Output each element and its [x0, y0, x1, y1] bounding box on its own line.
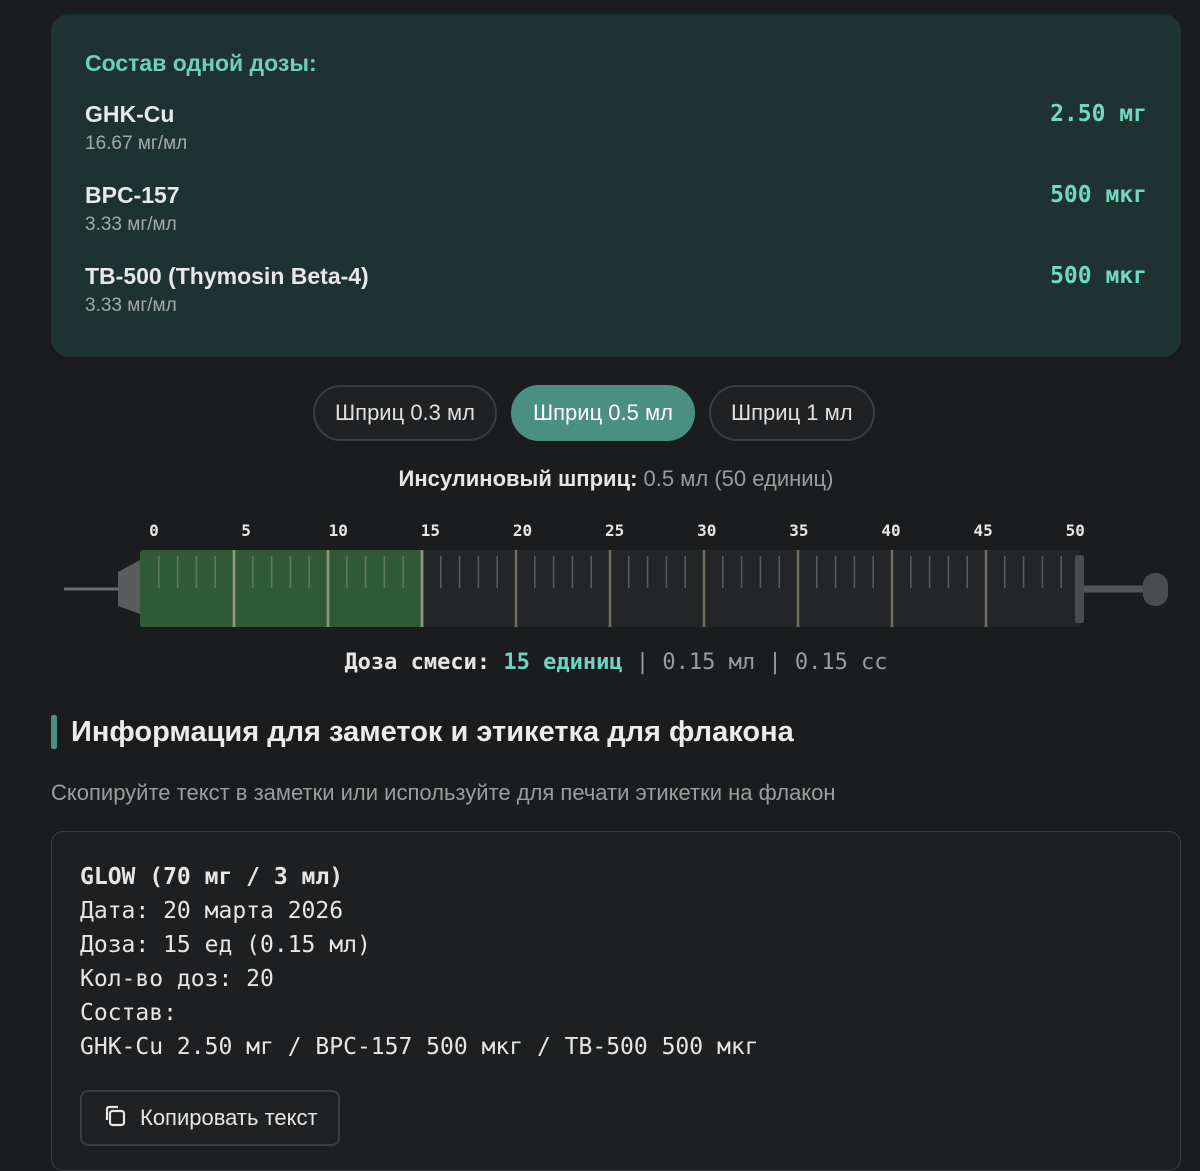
syringe-scale-label: 35	[789, 521, 808, 540]
syringe-size-tabs: Шприц 0.3 мл Шприц 0.5 мл Шприц 1 мл	[313, 385, 875, 441]
syringe-caption: Инсулиновый шприц: 0.5 мл (50 единиц)	[0, 466, 1200, 492]
syringe-scale-label: 0	[149, 521, 159, 540]
label-line-dose-count: Кол-во доз: 20	[80, 966, 274, 992]
composition-item-name: BPC-157	[85, 182, 180, 208]
syringe-scale-label: 15	[421, 521, 440, 540]
composition-item: BPC-157 3.33 мг/мл 500 мкг	[85, 180, 1147, 261]
notes-section-subtitle: Скопируйте текст в заметки или используй…	[51, 780, 836, 805]
label-line-dose: Доза: 15 ед (0.15 мл)	[80, 932, 371, 958]
composition-item-concentration: 3.33 мг/мл	[85, 295, 177, 316]
notes-section-title: Информация для заметок и этикетка для фл…	[71, 715, 794, 748]
syringe-scale-label: 5	[241, 521, 251, 540]
syringe-caption-value: 0.5 мл (50 единиц)	[643, 466, 834, 491]
composition-item-concentration: 3.33 мг/мл	[85, 214, 177, 235]
composition-item-concentration: 16.67 мг/мл	[85, 133, 188, 154]
copy-button-label: Копировать текст	[140, 1105, 318, 1130]
dose-label: Доза смеси:	[344, 650, 491, 675]
composition-item: TB-500 (Thymosin Beta-4) 3.33 мг/мл 500 …	[85, 261, 1147, 342]
label-line-title: GLOW (70 мг / 3 мл)	[80, 864, 344, 890]
syringe-scale-label: 45	[973, 521, 992, 540]
copy-icon	[102, 1103, 128, 1134]
composition-item-amount: 500 мкг	[1050, 263, 1147, 289]
tab-syringe-1ml[interactable]: Шприц 1 мл	[708, 385, 875, 441]
syringe-scale-label: 30	[697, 521, 716, 540]
syringe-fill-level	[140, 550, 422, 627]
composition-item-name: TB-500 (Thymosin Beta-4)	[85, 263, 369, 289]
composition-item-amount: 2.50 мг	[1050, 101, 1147, 127]
section-accent-bar	[51, 715, 57, 749]
syringe-caption-label: Инсулиновый шприц:	[398, 466, 638, 491]
copy-text-button[interactable]: Копировать текст	[80, 1090, 340, 1146]
dose-cc: 0.15 cc	[794, 650, 888, 675]
dose-separator: |	[768, 650, 782, 675]
dose-composition-card: Состав одной дозы: GHK-Cu 16.67 мг/мл 2.…	[51, 14, 1181, 357]
syringe-scale-label: 20	[513, 521, 532, 540]
syringe-plunger-thumb	[1143, 573, 1168, 606]
dose-separator: |	[635, 650, 650, 675]
composition-item: GHK-Cu 16.67 мг/мл 2.50 мг	[85, 99, 1147, 180]
label-line-composition: GHK-Cu 2.50 мг / BPC-157 500 мкг / TB-50…	[80, 1034, 759, 1060]
syringe-scale-label: 25	[605, 521, 624, 540]
composition-item-amount: 500 мкг	[1050, 182, 1147, 208]
syringe-scale-label: 10	[329, 521, 348, 540]
vial-label-text-box: GLOW (70 мг / 3 мл) Дата: 20 марта 2026 …	[51, 831, 1181, 1171]
syringe-scale-labels: 0 5 10 15 20 25 30 35 40 45 50	[149, 521, 1085, 540]
syringe-needle-hub	[118, 560, 140, 614]
syringe-scale-label: 50	[1066, 521, 1085, 540]
dose-units: 15 единиц	[503, 650, 623, 675]
label-line-composition-header: Состав:	[80, 1000, 177, 1026]
dose-summary: Доза смеси: 15 единиц | 0.15 мл | 0.15 c…	[0, 650, 1200, 675]
syringe-plunger-stopper	[1075, 555, 1084, 623]
label-line-date: Дата: 20 марта 2026	[80, 898, 344, 924]
composition-item-name: GHK-Cu	[85, 101, 175, 127]
tab-syringe-0-5ml[interactable]: Шприц 0.5 мл	[510, 385, 695, 441]
syringe-scale-label: 40	[881, 521, 900, 540]
composition-title: Состав одной дозы:	[85, 50, 317, 76]
dose-ml: 0.15 мл	[662, 650, 756, 675]
notes-section-heading: Информация для заметок и этикетка для фл…	[51, 714, 794, 750]
tab-syringe-0-3ml[interactable]: Шприц 0.3 мл	[313, 385, 497, 441]
syringe-graphic: 0 5 10 15 20 25 30 35 40 45 50	[64, 521, 1168, 627]
